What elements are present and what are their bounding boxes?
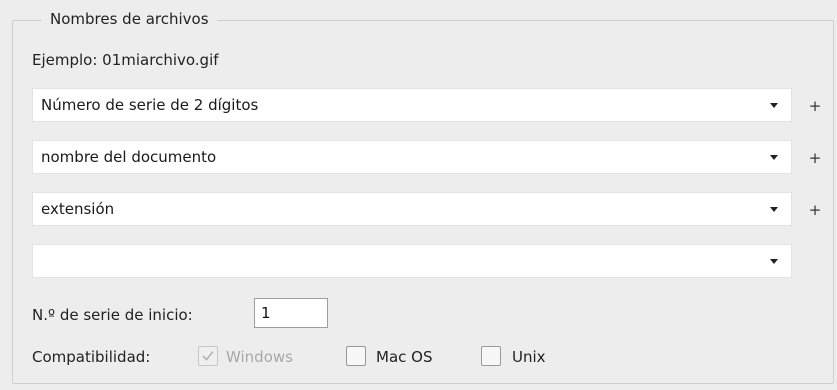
compatibility-label: Compatibilidad:	[32, 348, 151, 366]
windows-label: Windows	[226, 348, 293, 366]
add-part-button-1[interactable]: +	[808, 99, 822, 114]
file-naming-panel: Nombres de archivos Ejemplo: 01miarchivo…	[0, 0, 837, 390]
macos-label: Mac OS	[376, 348, 433, 366]
unix-label: Unix	[512, 348, 546, 366]
start-serial-input[interactable]: 1	[254, 298, 328, 328]
dropdown-value: Número de serie de 2 dígitos	[41, 96, 259, 114]
dropdown-value: nombre del documento	[41, 148, 217, 166]
checkmark-icon	[202, 350, 214, 361]
add-part-button-2[interactable]: +	[808, 151, 822, 166]
name-part-dropdown-2[interactable]: nombre del documento	[32, 140, 792, 174]
example-filename: Ejemplo: 01miarchivo.gif	[32, 51, 219, 69]
chevron-down-icon	[770, 259, 778, 264]
chevron-down-icon	[770, 207, 778, 212]
unix-checkbox[interactable]	[481, 346, 501, 366]
dropdown-value: extensión	[41, 200, 115, 218]
windows-checkbox[interactable]	[198, 346, 218, 366]
group-title: Nombres de archivos	[42, 8, 217, 30]
add-part-button-3[interactable]: +	[808, 203, 822, 218]
start-serial-label: N.º de serie de inicio:	[32, 306, 193, 324]
name-part-dropdown-1[interactable]: Número de serie de 2 dígitos	[32, 88, 792, 122]
chevron-down-icon	[770, 155, 778, 160]
macos-checkbox[interactable]	[346, 346, 366, 366]
name-part-dropdown-4[interactable]	[32, 244, 792, 278]
name-part-dropdown-3[interactable]: extensión	[32, 192, 792, 226]
chevron-down-icon	[770, 103, 778, 108]
